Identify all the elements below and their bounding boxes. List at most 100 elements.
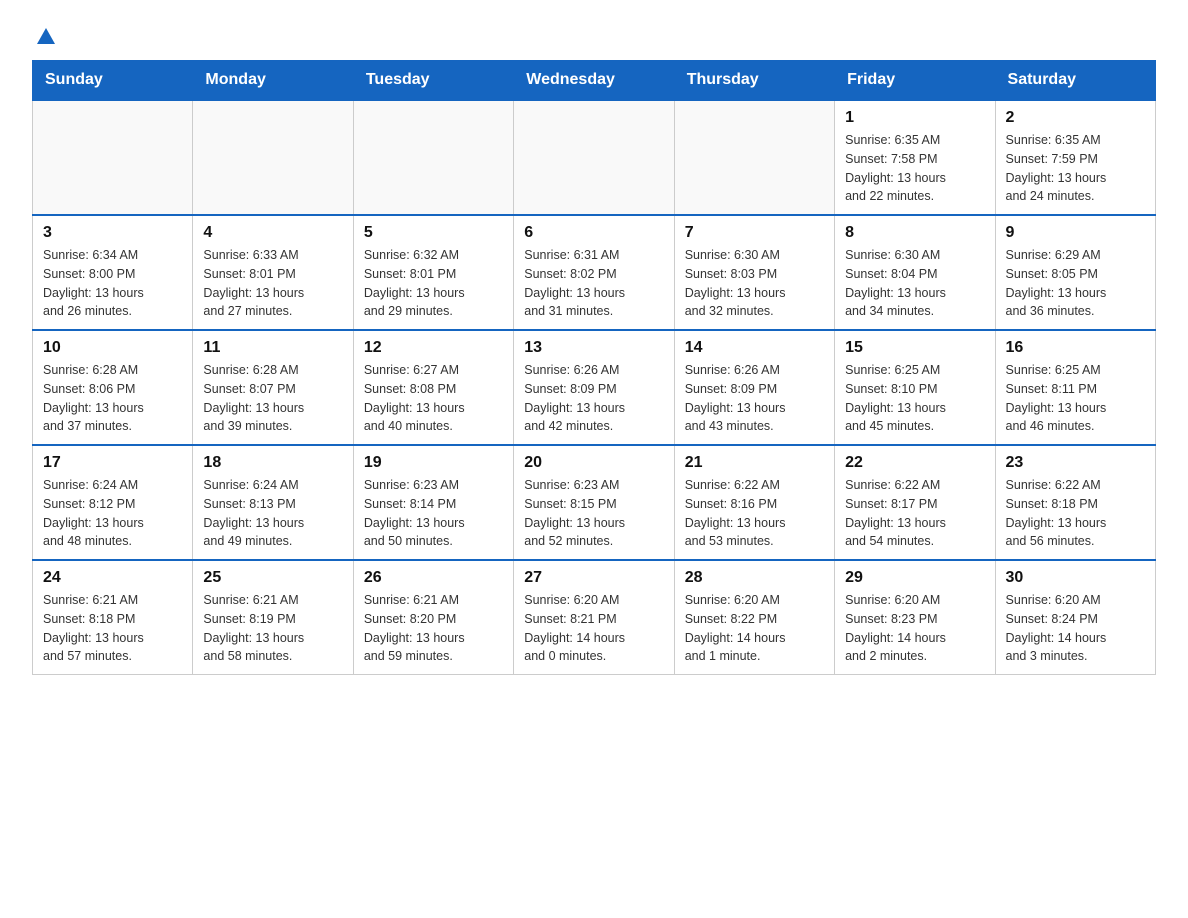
day-info: Sunrise: 6:26 AMSunset: 8:09 PMDaylight:… [685,361,824,436]
calendar-cell: 17 Sunrise: 6:24 AMSunset: 8:12 PMDayligh… [33,445,193,560]
calendar-cell: 6 Sunrise: 6:31 AMSunset: 8:02 PMDaylight… [514,215,674,330]
day-number: 15 [845,339,984,357]
day-info: Sunrise: 6:20 AMSunset: 8:24 PMDaylight:… [1006,591,1145,666]
day-number: 10 [43,339,182,357]
day-number: 9 [1006,224,1145,242]
day-info: Sunrise: 6:20 AMSunset: 8:21 PMDaylight:… [524,591,663,666]
calendar-cell: 5 Sunrise: 6:32 AMSunset: 8:01 PMDaylight… [353,215,513,330]
calendar-cell: 8Sunrise: 6:30 AMSunset: 8:04 PMDaylight… [835,215,995,330]
calendar-cell: 1 Sunrise: 6:35 AMSunset: 7:58 PMDaylight… [835,100,995,215]
day-info: Sunrise: 6:28 AMSunset: 8:07 PMDaylight:… [203,361,342,436]
calendar-cell: 23 Sunrise: 6:22 AMSunset: 8:18 PMDayligh… [995,445,1155,560]
day-info: Sunrise: 6:21 AMSunset: 8:18 PMDaylight:… [43,591,182,666]
calendar-cell: 28 Sunrise: 6:20 AMSunset: 8:22 PMDayligh… [674,560,834,675]
day-number: 3 [43,224,182,242]
day-number: 4 [203,224,342,242]
calendar-cell: 24 Sunrise: 6:21 AMSunset: 8:18 PMDayligh… [33,560,193,675]
day-info: Sunrise: 6:29 AMSunset: 8:05 PMDaylight:… [1006,246,1145,321]
calendar-table: SundayMondayTuesdayWednesdayThursdayFrid… [32,60,1156,675]
calendar-cell [193,100,353,215]
weekday-header-thursday: Thursday [674,61,834,101]
day-number: 30 [1006,569,1145,587]
day-info: Sunrise: 6:35 AMSunset: 7:59 PMDaylight:… [1006,131,1145,206]
day-info: Sunrise: 6:20 AMSunset: 8:23 PMDaylight:… [845,591,984,666]
day-number: 16 [1006,339,1145,357]
day-info: Sunrise: 6:32 AMSunset: 8:01 PMDaylight:… [364,246,503,321]
day-info: Sunrise: 6:20 AMSunset: 8:22 PMDaylight:… [685,591,824,666]
day-number: 20 [524,454,663,472]
day-info: Sunrise: 6:23 AMSunset: 8:14 PMDaylight:… [364,476,503,551]
day-number: 17 [43,454,182,472]
day-number: 2 [1006,109,1145,127]
calendar-cell: 11Sunrise: 6:28 AMSunset: 8:07 PMDayligh… [193,330,353,445]
calendar-cell [674,100,834,215]
day-number: 23 [1006,454,1145,472]
day-number: 28 [685,569,824,587]
day-number: 13 [524,339,663,357]
weekday-header-friday: Friday [835,61,995,101]
day-number: 1 [845,109,984,127]
calendar-cell: 10 Sunrise: 6:28 AMSunset: 8:06 PMDayligh… [33,330,193,445]
calendar-cell: 30 Sunrise: 6:20 AMSunset: 8:24 PMDayligh… [995,560,1155,675]
day-number: 19 [364,454,503,472]
calendar-cell: 18 Sunrise: 6:24 AMSunset: 8:13 PMDayligh… [193,445,353,560]
day-number: 8 [845,224,984,242]
calendar-week-row: 10 Sunrise: 6:28 AMSunset: 8:06 PMDayligh… [33,330,1156,445]
day-info: Sunrise: 6:33 AMSunset: 8:01 PMDaylight:… [203,246,342,321]
calendar-cell [353,100,513,215]
calendar-cell: 26 Sunrise: 6:21 AMSunset: 8:20 PMDayligh… [353,560,513,675]
weekday-header-monday: Monday [193,61,353,101]
day-info: Sunrise: 6:22 AMSunset: 8:18 PMDaylight:… [1006,476,1145,551]
calendar-cell [33,100,193,215]
calendar-cell: 3 Sunrise: 6:34 AMSunset: 8:00 PMDaylight… [33,215,193,330]
day-info: Sunrise: 6:24 AMSunset: 8:13 PMDaylight:… [203,476,342,551]
calendar-cell [514,100,674,215]
day-info: Sunrise: 6:30 AMSunset: 8:03 PMDaylight:… [685,246,824,321]
calendar-week-row: 17 Sunrise: 6:24 AMSunset: 8:12 PMDayligh… [33,445,1156,560]
weekday-header-tuesday: Tuesday [353,61,513,101]
logo [32,24,57,48]
day-info: Sunrise: 6:23 AMSunset: 8:15 PMDaylight:… [524,476,663,551]
calendar-cell: 15 Sunrise: 6:25 AMSunset: 8:10 PMDayligh… [835,330,995,445]
day-number: 21 [685,454,824,472]
calendar-cell: 2 Sunrise: 6:35 AMSunset: 7:59 PMDaylight… [995,100,1155,215]
day-info: Sunrise: 6:24 AMSunset: 8:12 PMDaylight:… [43,476,182,551]
weekday-header-saturday: Saturday [995,61,1155,101]
day-info: Sunrise: 6:21 AMSunset: 8:19 PMDaylight:… [203,591,342,666]
calendar-cell: 12Sunrise: 6:27 AMSunset: 8:08 PMDayligh… [353,330,513,445]
day-number: 18 [203,454,342,472]
day-number: 26 [364,569,503,587]
calendar-cell: 29 Sunrise: 6:20 AMSunset: 8:23 PMDayligh… [835,560,995,675]
page-header [32,24,1156,48]
day-info: Sunrise: 6:22 AMSunset: 8:17 PMDaylight:… [845,476,984,551]
day-info: Sunrise: 6:22 AMSunset: 8:16 PMDaylight:… [685,476,824,551]
calendar-cell: 13Sunrise: 6:26 AMSunset: 8:09 PMDayligh… [514,330,674,445]
calendar-cell: 16Sunrise: 6:25 AMSunset: 8:11 PMDayligh… [995,330,1155,445]
calendar-cell: 25 Sunrise: 6:21 AMSunset: 8:19 PMDayligh… [193,560,353,675]
day-number: 7 [685,224,824,242]
day-number: 14 [685,339,824,357]
day-info: Sunrise: 6:31 AMSunset: 8:02 PMDaylight:… [524,246,663,321]
calendar-header-row: SundayMondayTuesdayWednesdayThursdayFrid… [33,61,1156,101]
day-number: 5 [364,224,503,242]
calendar-cell: 7 Sunrise: 6:30 AMSunset: 8:03 PMDaylight… [674,215,834,330]
day-number: 24 [43,569,182,587]
day-info: Sunrise: 6:21 AMSunset: 8:20 PMDaylight:… [364,591,503,666]
day-number: 22 [845,454,984,472]
calendar-cell: 22 Sunrise: 6:22 AMSunset: 8:17 PMDayligh… [835,445,995,560]
calendar-cell: 27Sunrise: 6:20 AMSunset: 8:21 PMDayligh… [514,560,674,675]
calendar-cell: 19 Sunrise: 6:23 AMSunset: 8:14 PMDayligh… [353,445,513,560]
calendar-week-row: 1 Sunrise: 6:35 AMSunset: 7:58 PMDaylight… [33,100,1156,215]
weekday-header-sunday: Sunday [33,61,193,101]
day-number: 29 [845,569,984,587]
calendar-cell: 14 Sunrise: 6:26 AMSunset: 8:09 PMDayligh… [674,330,834,445]
day-number: 25 [203,569,342,587]
day-info: Sunrise: 6:35 AMSunset: 7:58 PMDaylight:… [845,131,984,206]
day-info: Sunrise: 6:34 AMSunset: 8:00 PMDaylight:… [43,246,182,321]
day-info: Sunrise: 6:25 AMSunset: 8:10 PMDaylight:… [845,361,984,436]
day-number: 6 [524,224,663,242]
calendar-cell: 21 Sunrise: 6:22 AMSunset: 8:16 PMDayligh… [674,445,834,560]
weekday-header-wednesday: Wednesday [514,61,674,101]
day-info: Sunrise: 6:28 AMSunset: 8:06 PMDaylight:… [43,361,182,436]
calendar-cell: 9 Sunrise: 6:29 AMSunset: 8:05 PMDaylight… [995,215,1155,330]
